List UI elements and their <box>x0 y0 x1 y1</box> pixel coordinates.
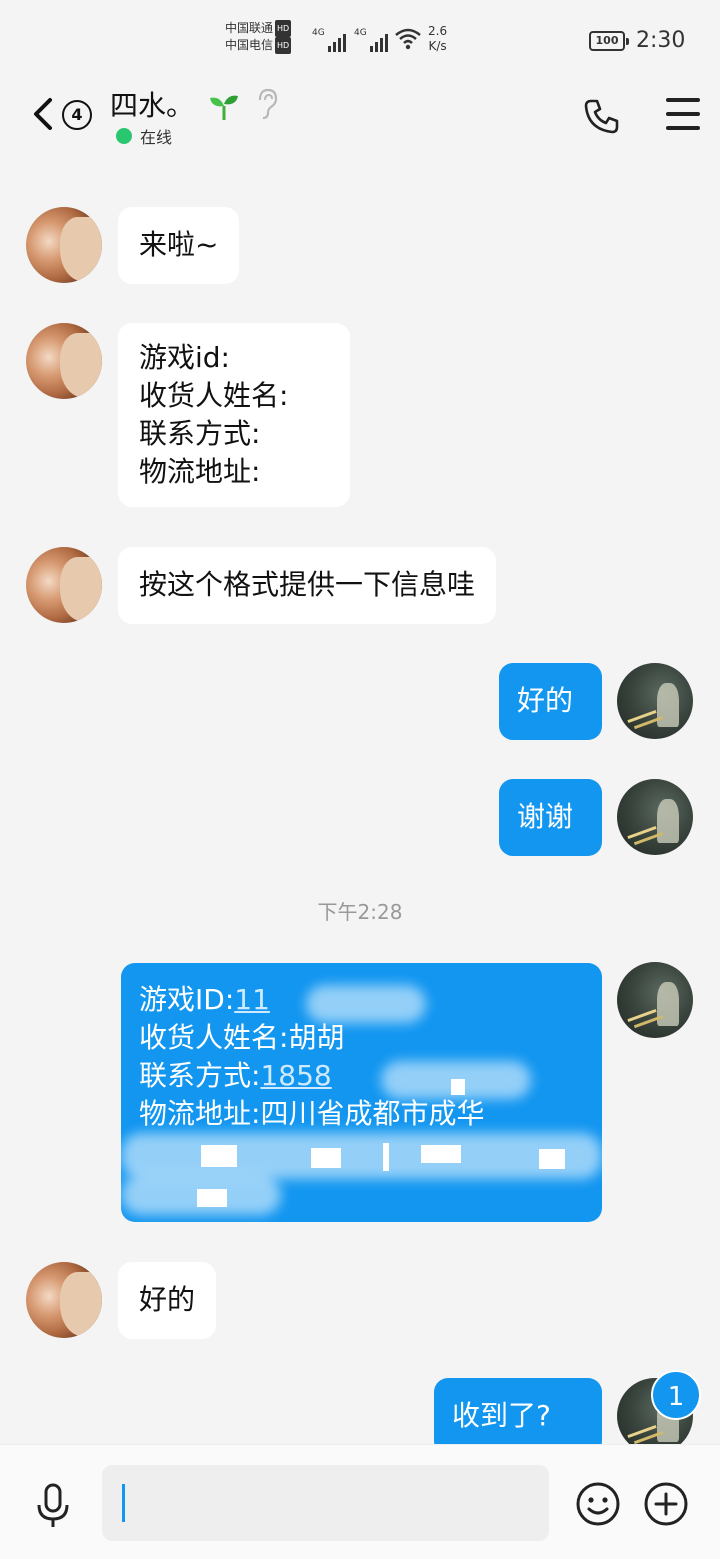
game-id-label: 游戏ID: <box>139 983 235 1016</box>
redaction-pixel <box>383 1143 389 1171</box>
text-caret <box>122 1484 125 1522</box>
chat-header: 4 四水。 在线 <box>0 80 720 158</box>
message-text: 按这个格式提供一下信息哇 <box>139 568 476 601</box>
message-bubble-incoming[interactable]: 按这个格式提供一下信息哇 <box>118 547 497 624</box>
message-line: 收货人姓名: <box>139 379 289 412</box>
message-line: 游戏id: <box>139 341 230 374</box>
contact-avatar[interactable] <box>26 1262 102 1338</box>
contact-label: 联系方式: <box>139 1059 261 1092</box>
message-input[interactable] <box>102 1465 549 1541</box>
wifi-icon <box>395 28 421 50</box>
back-arrow-icon[interactable] <box>28 94 62 134</box>
message-text: 好的 <box>139 1283 196 1316</box>
emoji-icon[interactable] <box>575 1481 621 1527</box>
message-line: 联系方式: <box>139 417 261 450</box>
carrier-info: 中国联通 HD 中国电信 HD <box>225 20 292 54</box>
my-avatar[interactable] <box>617 962 693 1038</box>
message-text: 来啦~ <box>139 228 219 261</box>
message-text: 收到了? <box>452 1399 551 1432</box>
my-avatar[interactable] <box>617 663 693 739</box>
redaction-pixel <box>451 1079 465 1095</box>
message-bubble-outgoing[interactable]: 谢谢 <box>499 779 602 856</box>
sprout-icon[interactable] <box>208 92 240 122</box>
receiver-name-value: 胡胡 <box>288 1021 345 1054</box>
status-time: 2:30 <box>636 28 686 53</box>
contact-avatar[interactable] <box>26 323 102 399</box>
game-id-link[interactable]: 11 <box>234 983 270 1016</box>
contact-name[interactable]: 四水。 <box>110 88 194 124</box>
message-bubble-incoming[interactable]: 好的 <box>118 1262 217 1339</box>
message-text: 谢谢 <box>517 800 574 833</box>
receiver-name-label: 收货人姓名: <box>139 1021 289 1054</box>
contact-avatar[interactable] <box>26 207 102 283</box>
carrier-1: 中国联通 <box>225 21 274 35</box>
redaction-mosaic <box>306 985 426 1023</box>
redaction-pixel <box>539 1149 565 1169</box>
redaction-pixel <box>421 1145 461 1163</box>
time-separator: 下午2:28 <box>317 900 403 924</box>
presence-label: 在线 <box>140 128 173 147</box>
signal-icon-2: 4G <box>354 28 388 52</box>
network-speed: 2.6 K/s <box>428 24 447 54</box>
redaction-pixel <box>311 1148 341 1168</box>
hd-badge-1: HD <box>275 20 292 37</box>
menu-icon[interactable] <box>666 98 700 130</box>
microphone-icon[interactable] <box>34 1483 72 1529</box>
phone-icon[interactable] <box>582 96 622 136</box>
input-bar <box>0 1444 720 1559</box>
message-line: 物流地址: <box>139 455 261 488</box>
message-bubble-incoming[interactable]: 来啦~ <box>118 207 240 284</box>
online-dot <box>116 128 132 144</box>
contact-avatar[interactable] <box>26 547 102 623</box>
info-message-bubble[interactable]: 游戏ID:11 收货人姓名:胡胡 联系方式:1858 物流地址:四川省成都市成华 <box>121 963 602 1222</box>
network-type-2: 4G <box>354 28 367 38</box>
message-text: 好的 <box>517 684 574 717</box>
message-bubble-incoming[interactable]: 游戏id: 收货人姓名: 联系方式: 物流地址: <box>118 323 350 507</box>
redaction-mosaic <box>121 1133 602 1179</box>
unread-count-badge[interactable]: 4 <box>62 100 92 130</box>
previous-timestamp-cutoff: · · · · · <box>320 153 397 161</box>
speed-value: 2.6 <box>428 24 448 38</box>
presence-status: 在线 <box>116 124 172 148</box>
carrier-2: 中国电信 <box>225 38 274 52</box>
speed-unit: K/s <box>428 39 447 53</box>
plus-icon[interactable] <box>643 1481 689 1527</box>
hd-badge-2: HD <box>275 37 292 54</box>
redaction-pixel <box>197 1189 227 1207</box>
address-label: 物流地址: <box>139 1097 261 1130</box>
phone-number-link[interactable]: 1858 <box>260 1059 331 1092</box>
message-bubble-outgoing[interactable]: 好的 <box>499 663 602 740</box>
signal-icon-1: 4G <box>312 28 346 52</box>
new-message-badge[interactable]: 1 <box>651 1370 701 1420</box>
my-avatar[interactable] <box>617 779 693 855</box>
receiver-name-line: 收货人姓名:胡胡 <box>139 1019 584 1057</box>
redaction-pixel <box>201 1145 237 1167</box>
address-line: 物流地址:四川省成都市成华 <box>139 1095 584 1133</box>
battery-icon: 100 <box>589 31 629 51</box>
network-type-1: 4G <box>312 28 325 38</box>
ear-icon[interactable] <box>254 88 280 120</box>
address-value: 四川省成都市成华 <box>260 1097 485 1130</box>
status-bar: 中国联通 HD 中国电信 HD 4G 4G 2.6 K/s 100 2:30 <box>0 0 720 80</box>
